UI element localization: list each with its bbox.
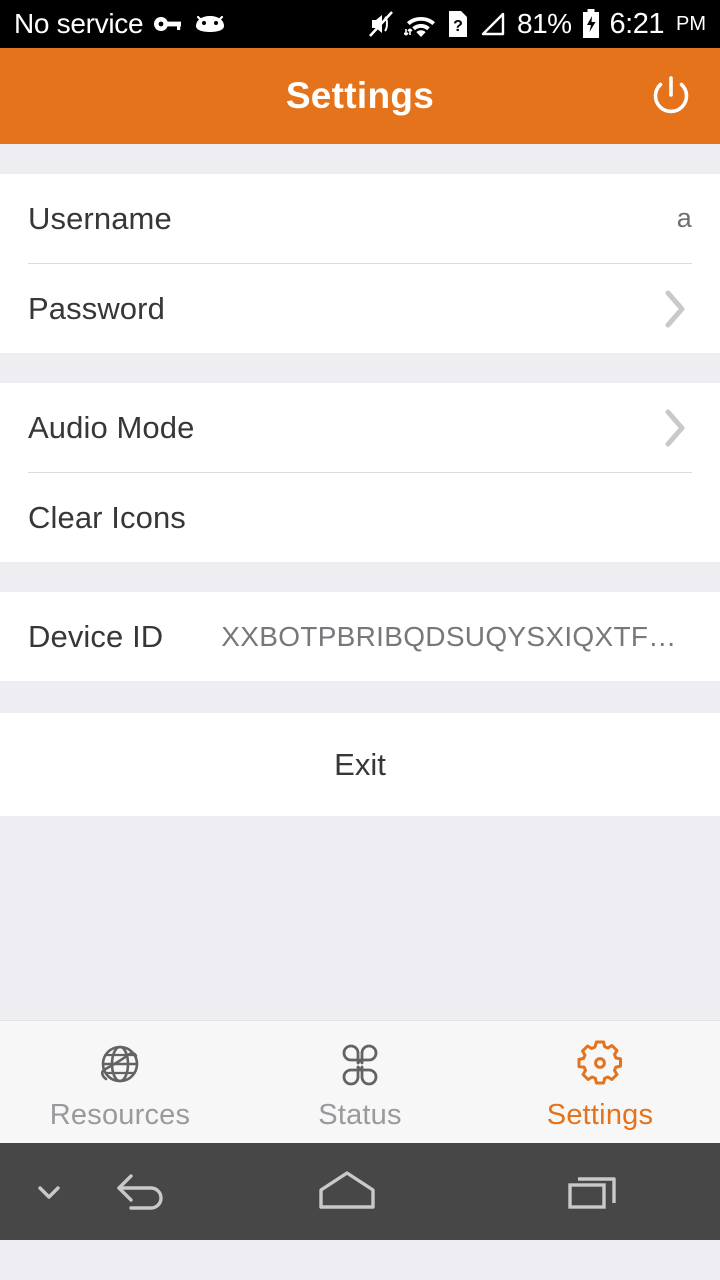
- section-gap: [0, 681, 720, 713]
- recents-icon[interactable]: [471, 1165, 720, 1219]
- section-account: Username a Password: [0, 174, 720, 353]
- hide-keyboard-icon[interactable]: [22, 1165, 76, 1219]
- row-value: a: [676, 203, 692, 233]
- row-label: Device ID: [28, 618, 164, 654]
- row-label: Audio Mode: [28, 409, 195, 445]
- chevron-right-icon: [658, 290, 692, 327]
- tab-label: Resources: [49, 1098, 191, 1131]
- row-username[interactable]: Username a: [0, 174, 720, 263]
- exit-button[interactable]: Exit: [0, 713, 720, 816]
- settings-content: Username a Password Audio Mode Clear Ico…: [0, 144, 720, 1020]
- svg-text:?: ?: [453, 18, 463, 35]
- gear-icon: [572, 1033, 628, 1093]
- tab-label: Settings: [546, 1098, 654, 1131]
- bottom-tab-bar: Resources Status Settings: [0, 1020, 720, 1143]
- vpn-key-icon: [153, 12, 183, 36]
- row-label: Password: [28, 290, 165, 326]
- status-bar-left: No service: [14, 8, 227, 40]
- clock-label: 6:21: [609, 7, 665, 40]
- row-clear-icons[interactable]: Clear Icons: [0, 473, 720, 562]
- globe-icon: [92, 1033, 148, 1093]
- tab-label: Status: [318, 1098, 402, 1131]
- clover-icon: [332, 1033, 388, 1093]
- power-icon[interactable]: [644, 69, 698, 123]
- status-bar: No service ? 81% 6:21 PM: [0, 0, 720, 48]
- signal-no-service-icon: [478, 9, 508, 39]
- tab-status[interactable]: Status: [240, 1021, 480, 1143]
- row-audio-mode[interactable]: Audio Mode: [0, 383, 720, 472]
- battery-charging-icon: [581, 8, 601, 40]
- tab-settings[interactable]: Settings: [480, 1021, 720, 1143]
- row-password[interactable]: Password: [0, 264, 720, 353]
- section-gap: [0, 353, 720, 383]
- section-device-options: Audio Mode Clear Icons: [0, 383, 720, 562]
- row-device-id[interactable]: Device ID XXBOTPBRIBQDSUQYSXIQXTFPR…: [0, 592, 720, 681]
- home-icon[interactable]: [222, 1165, 471, 1219]
- sim-missing-icon: ?: [447, 9, 469, 39]
- status-bar-right: ? 81% 6:21 PM: [367, 8, 706, 41]
- row-value: XXBOTPBRIBQDSUQYSXIQXTFPR…: [221, 620, 682, 652]
- section-device-id: Device ID XXBOTPBRIBQDSUQYSXIQXTFPR…: [0, 592, 720, 681]
- chevron-right-icon: [658, 409, 692, 446]
- volume-mute-icon: [367, 9, 395, 39]
- row-label: Clear Icons: [28, 499, 186, 535]
- battery-percent-label: 81%: [517, 8, 572, 39]
- android-head-icon: [193, 12, 227, 36]
- app-header: Settings: [0, 48, 720, 144]
- android-nav-bar: [0, 1143, 720, 1240]
- row-label: Username: [28, 200, 172, 236]
- clock-ampm-label: PM: [676, 12, 706, 35]
- content-filler: [0, 816, 720, 1020]
- exit-label: Exit: [334, 746, 386, 782]
- page-title: Settings: [285, 75, 435, 116]
- carrier-label: No service: [14, 8, 144, 39]
- section-gap: [0, 562, 720, 592]
- tab-resources[interactable]: Resources: [0, 1021, 240, 1143]
- section-gap: [0, 144, 720, 174]
- wifi-icon: [404, 9, 438, 39]
- back-icon[interactable]: [62, 1164, 222, 1220]
